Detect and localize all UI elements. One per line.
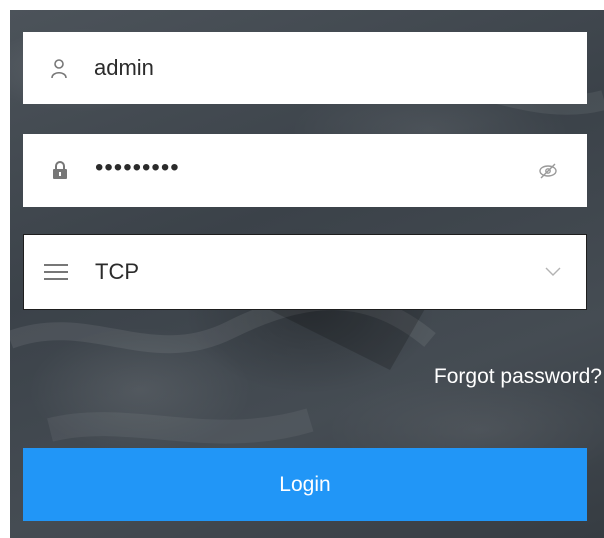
- forgot-password-link[interactable]: Forgot password?: [434, 365, 602, 389]
- protocol-select[interactable]: TCP: [23, 234, 587, 310]
- login-background: admin ••••••••• TCP Forgot password? Log…: [10, 10, 604, 538]
- protocol-value: TCP: [95, 259, 139, 284]
- user-icon: [51, 59, 67, 79]
- password-field[interactable]: •••••••••: [23, 134, 587, 207]
- username-value: admin: [94, 55, 154, 80]
- menu-icon: [44, 264, 68, 280]
- eye-slash-icon[interactable]: [538, 161, 558, 181]
- password-value: •••••••••: [95, 154, 180, 181]
- login-button[interactable]: Login: [23, 448, 587, 521]
- chevron-down-icon[interactable]: [545, 267, 561, 277]
- username-field[interactable]: admin: [23, 32, 587, 104]
- lock-icon: [53, 161, 67, 179]
